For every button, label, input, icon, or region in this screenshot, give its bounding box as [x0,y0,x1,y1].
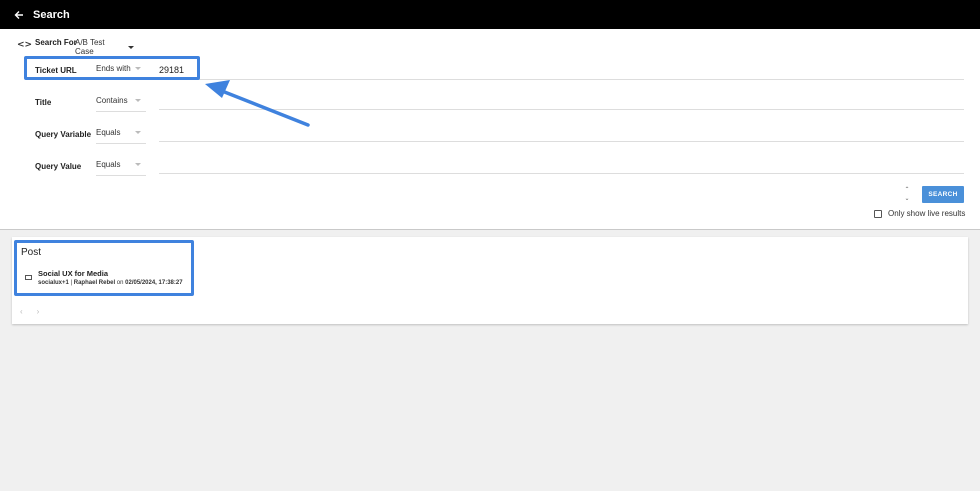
highlight-post [14,240,194,296]
pager: ‹ › [20,307,39,316]
live-results-checkbox[interactable] [874,209,882,218]
query-value-value-field[interactable] [159,156,964,174]
live-results-label: Only show live results [888,209,966,218]
stepper[interactable]: ⌃ ⌄ [903,186,911,202]
caret-down-icon [135,131,141,134]
filter-label: Query Variable [35,130,92,139]
chevron-right-icon[interactable]: › [37,307,40,316]
page-title: Search [33,8,70,21]
filter-label: Query Value [35,162,82,171]
top-app-bar: Search [0,0,980,29]
search-button[interactable]: SEARCH [922,186,964,203]
operator-select[interactable]: Equals [96,160,146,176]
operator-select[interactable]: Equals [96,128,146,144]
chevron-up-icon[interactable]: ⌃ [904,186,909,193]
highlight-ticket-url [24,56,200,80]
chevron-down-icon[interactable]: ⌄ [904,195,909,202]
title-value-field[interactable] [159,92,964,110]
caret-down-icon [135,99,141,102]
filter-row-query-variable: Query Variable Equals [0,124,980,156]
arrow-left-icon[interactable] [13,9,25,21]
filter-label: Title [35,98,52,107]
chevron-left-icon[interactable]: ‹ [20,307,23,316]
live-results-toggle[interactable]: Only show live results [874,209,965,218]
operator-value: Equals [96,160,121,169]
ticket-url-value-field[interactable]: 29181 [159,62,964,80]
query-variable-value-field[interactable] [159,124,964,142]
caret-down-icon [135,163,141,166]
operator-select[interactable]: Contains [96,96,146,112]
filter-row-query-value: Query Value Equals [0,156,980,188]
caret-down-icon [128,45,134,49]
operator-value: Contains [96,96,128,105]
search-for-value: A/B Test Case [75,38,105,56]
code-icon[interactable]: <> [17,40,32,50]
filter-row-title: Title Contains [0,92,980,124]
search-for-label: Search For [35,38,77,47]
operator-value: Equals [96,128,121,137]
search-for-select[interactable]: A/B Test Case [75,38,134,58]
